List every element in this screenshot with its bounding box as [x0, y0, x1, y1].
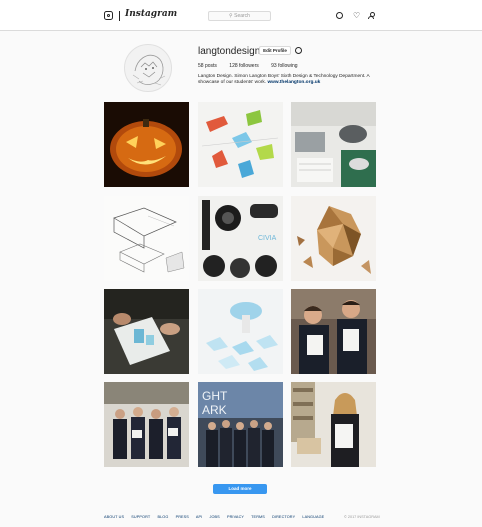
gear-icon[interactable]	[295, 47, 302, 54]
avatar-lion-drawing	[132, 54, 166, 86]
bio-link[interactable]: www.thelangton.org.uk	[267, 80, 320, 85]
load-more-button[interactable]: Load more	[213, 484, 267, 494]
following-count[interactable]: 93 following	[271, 63, 297, 69]
posts-count: 58 posts	[198, 63, 217, 69]
footer-link-language[interactable]: LANGUAGE	[302, 515, 324, 519]
avatar[interactable]	[124, 44, 172, 92]
post-thumbnail-2[interactable]	[198, 102, 283, 187]
post-thumbnail-1[interactable]	[104, 102, 189, 187]
instagram-camera-icon[interactable]	[104, 11, 113, 20]
profile-bio: Langton Design. Simon Langton Boys' Sixt…	[198, 74, 378, 86]
search-input[interactable]: ⚲ Search	[208, 11, 271, 21]
post-thumbnail-5[interactable]: CIVIA	[198, 196, 283, 281]
footer-link-jobs[interactable]: JOBS	[209, 515, 219, 519]
followers-count[interactable]: 128 followers	[229, 63, 258, 69]
svg-text:ARK: ARK	[202, 403, 227, 417]
footer-links: ABOUT US SUPPORT BLOG PRESS API JOBS PRI…	[104, 515, 330, 519]
compass-icon[interactable]	[336, 12, 343, 19]
post-thumbnail-6[interactable]	[291, 196, 376, 281]
footer-link-support[interactable]: SUPPORT	[131, 515, 150, 519]
footer-link-api[interactable]: API	[196, 515, 202, 519]
footer-link-about[interactable]: ABOUT US	[104, 515, 124, 519]
post-thumbnail-12[interactable]	[291, 382, 376, 467]
profile-stats: 58 posts 128 followers 93 following	[198, 63, 309, 69]
post-thumbnail-4[interactable]	[104, 196, 189, 281]
user-profile-icon[interactable]	[368, 12, 375, 19]
logo-divider	[119, 11, 120, 21]
post-thumbnail-7[interactable]	[104, 289, 189, 374]
top-navigation-bar: Instagram ⚲ Search ♡	[0, 0, 482, 31]
svg-text:GHT: GHT	[202, 389, 228, 403]
search-placeholder: Search	[234, 13, 250, 19]
post-thumbnail-3[interactable]	[291, 102, 376, 187]
footer-link-privacy[interactable]: PRIVACY	[227, 515, 244, 519]
post-thumbnail-11[interactable]: GHT ARK	[198, 382, 283, 467]
post-thumbnail-8[interactable]	[198, 289, 283, 374]
post-thumbnail-10[interactable]	[104, 382, 189, 467]
search-icon: ⚲	[229, 13, 233, 19]
edit-profile-button[interactable]: Edit Profile	[259, 46, 291, 55]
heart-icon[interactable]: ♡	[353, 12, 360, 20]
footer-link-directory[interactable]: DIRECTORY	[272, 515, 295, 519]
profile-username: langtondesign	[198, 46, 261, 57]
footer-link-blog[interactable]: BLOG	[157, 515, 168, 519]
instagram-wordmark[interactable]: Instagram	[125, 9, 177, 19]
copyright-text: © 2017 INSTAGRAM	[344, 515, 380, 519]
post-thumbnail-9[interactable]	[291, 289, 376, 374]
footer-link-press[interactable]: PRESS	[176, 515, 189, 519]
footer-link-terms[interactable]: TERMS	[251, 515, 265, 519]
svg-text:CIVIA: CIVIA	[258, 235, 277, 242]
